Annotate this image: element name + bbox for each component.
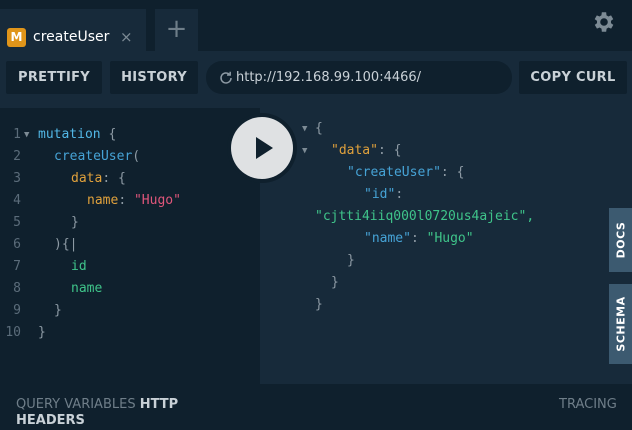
headers-label: HEADERS bbox=[16, 413, 85, 428]
line-number: 3 bbox=[13, 171, 21, 186]
line-number: 8 bbox=[13, 281, 21, 296]
field-name: name bbox=[71, 281, 103, 296]
result-line: { bbox=[315, 118, 323, 140]
colon: : bbox=[395, 187, 404, 202]
arg-data: data bbox=[71, 171, 103, 186]
tab-title: createUser bbox=[33, 29, 110, 45]
line-number: 6 bbox=[13, 237, 21, 252]
result-line: "createUser": { bbox=[347, 162, 464, 184]
tab-createuser[interactable]: M createUser × bbox=[0, 9, 146, 51]
paren-brace: ){ bbox=[54, 237, 70, 252]
brace: } bbox=[38, 325, 46, 340]
endpoint-url-input[interactable]: http://192.168.99.100:4466/ bbox=[206, 61, 512, 94]
field-createuser: createUser bbox=[54, 149, 133, 164]
line-number: 5 bbox=[13, 215, 21, 230]
colon-brace: : { bbox=[377, 143, 402, 158]
line-number: 10 bbox=[5, 325, 21, 340]
brace: { bbox=[108, 127, 117, 142]
brace: } bbox=[54, 303, 62, 318]
brace: { bbox=[117, 171, 126, 186]
docs-tab-label: DOCS bbox=[614, 221, 627, 259]
line-number: 2 bbox=[13, 149, 21, 164]
prettify-button[interactable]: PRETTIFY bbox=[6, 61, 102, 94]
result-key-data: "data" bbox=[331, 143, 378, 158]
code-line: createUser( bbox=[54, 146, 140, 168]
http-label: HTTP bbox=[139, 397, 179, 412]
result-line: } bbox=[315, 294, 323, 316]
result-line: "data": { bbox=[331, 140, 401, 162]
code-line: } bbox=[54, 300, 62, 322]
line-number: 4 bbox=[13, 193, 21, 208]
brace: { bbox=[315, 121, 323, 136]
new-tab-button[interactable]: + bbox=[155, 9, 198, 51]
fold-arrow-icon[interactable]: ▼ bbox=[24, 124, 29, 146]
schema-tab-label: SCHEMA bbox=[614, 296, 627, 352]
gear-icon[interactable] bbox=[591, 9, 617, 35]
code-line: data: { bbox=[71, 168, 126, 190]
paren: ( bbox=[132, 149, 141, 164]
code-line: } bbox=[71, 212, 79, 234]
code-line: ){| bbox=[54, 234, 77, 256]
endpoint-url: http://192.168.99.100:4466/ bbox=[236, 70, 422, 85]
result-line: "name": "Hugo" bbox=[364, 228, 474, 250]
colon: : bbox=[102, 171, 111, 186]
code-line: } bbox=[38, 322, 46, 344]
query-editor[interactable]: 1 2 3 4 5 6 7 8 9 10 ▼ mutation { create… bbox=[0, 108, 260, 384]
result-line: } bbox=[331, 272, 339, 294]
tab-badge-mutation-icon: M bbox=[7, 28, 26, 47]
bottom-tabs: QUERY VARIABLES HTTP HEADERS bbox=[16, 397, 216, 429]
history-button[interactable]: HISTORY bbox=[110, 61, 198, 94]
code-line: name bbox=[71, 278, 102, 300]
arg-name: name bbox=[87, 193, 119, 208]
result-line: "id": bbox=[364, 184, 403, 206]
code-line: mutation { bbox=[38, 124, 116, 146]
brace: } bbox=[71, 215, 79, 230]
keyword-mutation: mutation bbox=[38, 127, 101, 142]
brace: } bbox=[315, 297, 323, 312]
fold-arrow-icon[interactable]: ▼ bbox=[302, 118, 307, 140]
brace: } bbox=[331, 275, 339, 290]
text-cursor: | bbox=[69, 237, 78, 252]
query-variables-tab[interactable]: QUERY VARIABLES bbox=[16, 397, 136, 412]
code-line: id bbox=[71, 256, 87, 278]
result-key-createuser: "createUser" bbox=[347, 165, 441, 180]
tab-close-icon[interactable]: × bbox=[120, 27, 133, 47]
copy-curl-button[interactable]: COPY CURL bbox=[519, 61, 627, 94]
line-number: 7 bbox=[13, 259, 21, 274]
colon: : bbox=[118, 193, 127, 208]
result-line: } bbox=[347, 250, 355, 272]
line-number: 9 bbox=[13, 303, 21, 318]
colon: : bbox=[410, 231, 419, 246]
field-id: id bbox=[71, 259, 87, 274]
result-value-id: "cjtti4iiq000l0720us4ajeic", bbox=[315, 209, 535, 224]
docs-tab[interactable]: DOCS bbox=[609, 208, 632, 272]
result-line: "cjtti4iiq000l0720us4ajeic", bbox=[315, 206, 534, 228]
execute-query-button[interactable] bbox=[231, 117, 293, 179]
code-line: name: "Hugo" bbox=[87, 190, 181, 212]
brace: } bbox=[347, 253, 355, 268]
schema-tab[interactable]: SCHEMA bbox=[609, 284, 632, 364]
result-key-name: "name" bbox=[364, 231, 411, 246]
reload-icon[interactable] bbox=[218, 70, 234, 86]
result-pane[interactable]: ▼ ▼ { "data": { "createUser": { "id": "c… bbox=[260, 108, 632, 384]
fold-arrow-icon[interactable]: ▼ bbox=[302, 140, 307, 162]
tracing-tab[interactable]: TRACING bbox=[559, 397, 617, 413]
string-hugo: "Hugo" bbox=[133, 193, 181, 208]
result-value-name: "Hugo" bbox=[426, 231, 474, 246]
colon-brace: : { bbox=[440, 165, 465, 180]
line-number: 1 bbox=[13, 127, 21, 142]
result-key-id: "id" bbox=[364, 187, 396, 202]
play-icon bbox=[256, 137, 273, 159]
